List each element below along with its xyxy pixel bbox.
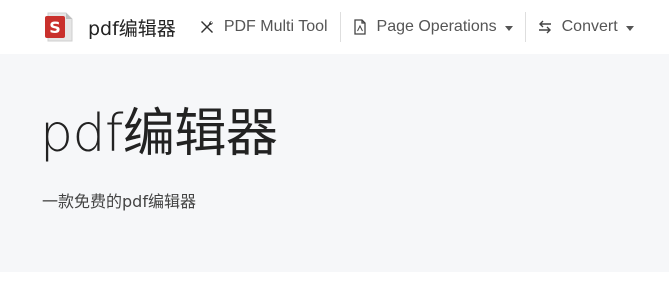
page-bottom-strip	[0, 272, 669, 285]
nav-page-operations-label: Page Operations	[376, 18, 497, 35]
chevron-down-icon	[504, 25, 513, 31]
hero-section: pdf编辑器 一款免费的pdf编辑器	[0, 54, 669, 272]
nav-convert[interactable]: Convert	[526, 0, 634, 54]
file-icon	[351, 18, 369, 36]
chevron-down-icon	[625, 25, 634, 31]
arrows-exchange-icon	[536, 18, 554, 36]
hero-subtitle: 一款免费的pdf编辑器	[42, 192, 196, 211]
top-navbar: S pdf编辑器 PDF Multi Tool Page Operations	[0, 0, 669, 54]
app-logo-icon: S	[44, 10, 74, 44]
nav-pdf-multi-tool-label: PDF Multi Tool	[223, 18, 328, 35]
hero-title: pdf编辑器	[40, 104, 278, 164]
nav-page-operations[interactable]: Page Operations	[341, 0, 525, 54]
brand-title: pdf编辑器	[88, 17, 176, 40]
wrench-screwdriver-icon	[198, 18, 216, 36]
brand-link[interactable]: S pdf编辑器	[44, 0, 176, 54]
logo-letter: S	[49, 18, 61, 37]
nav-pdf-multi-tool[interactable]: PDF Multi Tool	[198, 0, 340, 54]
nav-convert-label: Convert	[561, 18, 618, 35]
